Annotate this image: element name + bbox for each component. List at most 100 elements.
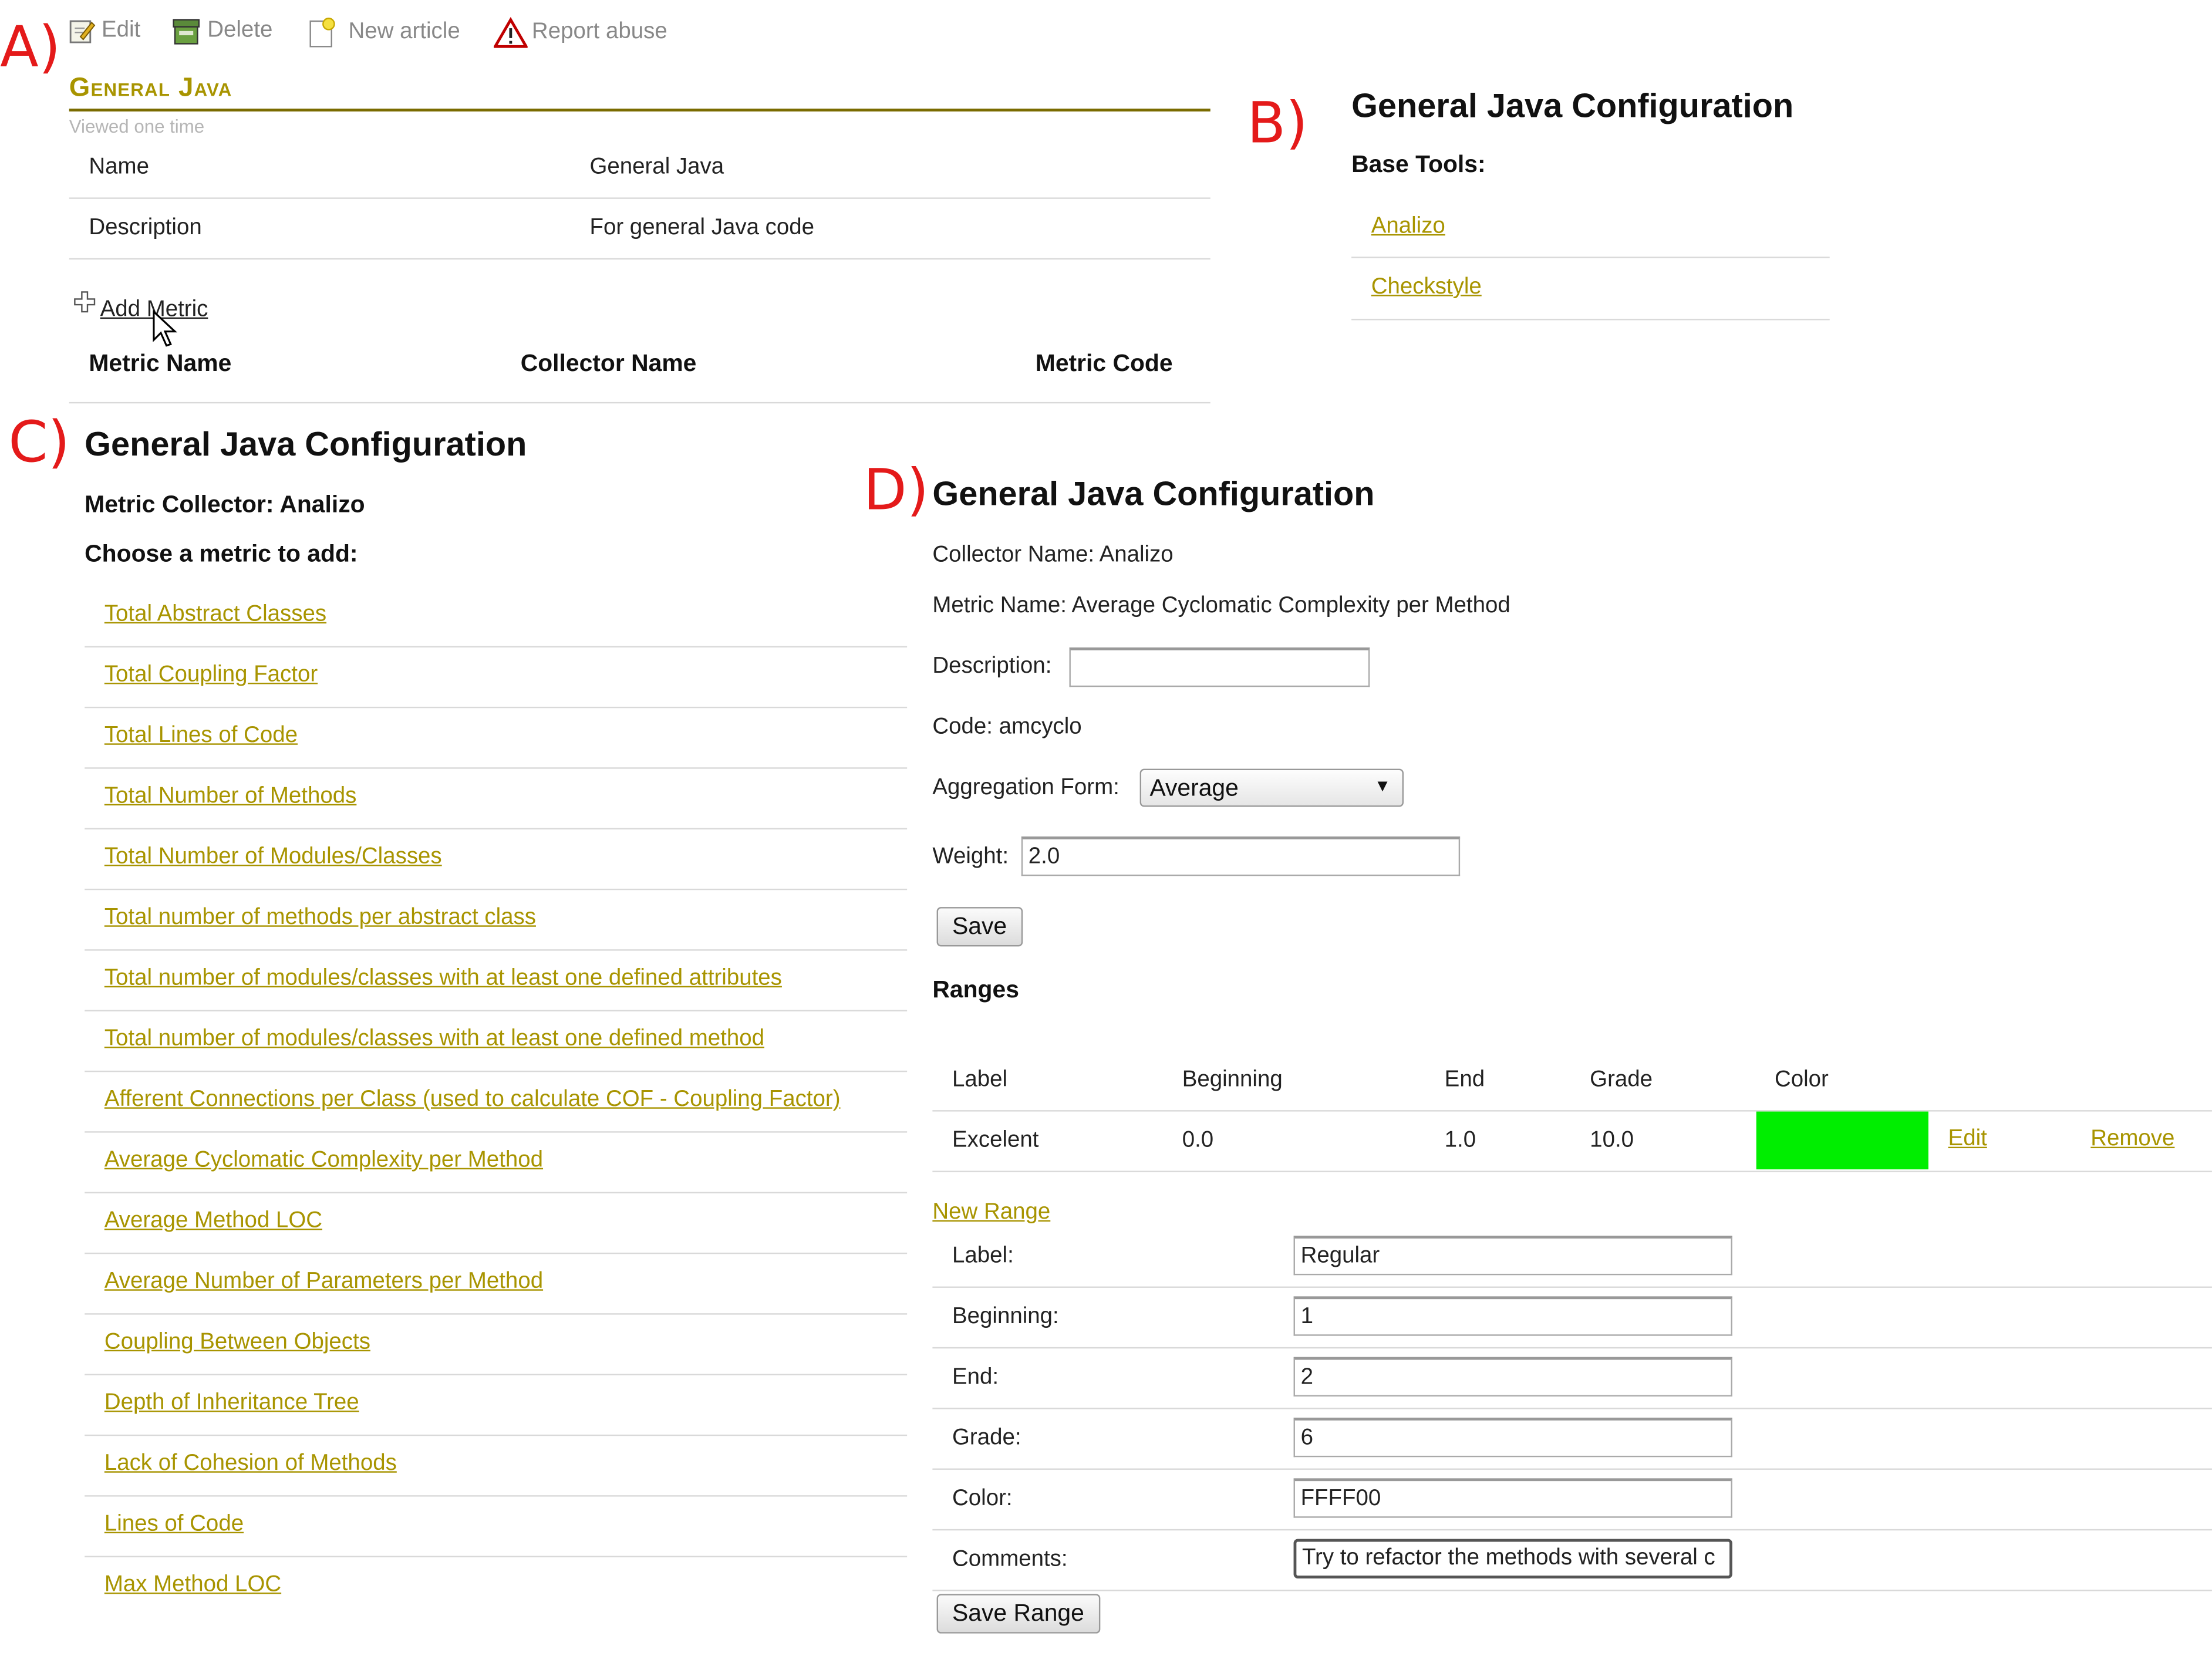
page-title: General Java [69,73,232,103]
info-value-description: For general Java code [589,215,815,240]
metric-link[interactable]: Average Method LOC [104,1209,322,1234]
row-divider [69,197,1210,199]
new-range-label-label: Label: [952,1244,1014,1269]
row-divider [85,888,908,890]
range-column-grade: Grade [1590,1068,1653,1092]
row-divider [85,1495,908,1497]
page: A) B) C) D) Edit Delete New article Repo… [0,0,2212,1663]
new-range-beginning-label: Beginning: [952,1304,1059,1329]
range-column-beginning: Beginning [1182,1068,1283,1092]
plus-icon [73,291,96,320]
range-column-color: Color [1774,1068,1829,1092]
panel-c-title: General Java Configuration [85,426,527,464]
warning-icon [494,16,528,48]
row-divider [85,1070,908,1072]
new-article-label: New article [348,19,460,44]
collector-name-text: Collector Name: Analizo [932,543,1174,568]
range-label: Excelent [952,1128,1039,1153]
range-column-end: End [1444,1068,1485,1092]
row-divider [85,1556,908,1557]
row-divider [85,1313,908,1315]
new-document-icon [306,17,337,48]
code-text: Code: amcyclo [932,715,1082,740]
new-article-button[interactable]: New article [306,17,460,48]
row-divider [85,949,908,951]
column-header-metric-name: Metric Name [89,349,232,377]
panel-label-b: B) [1247,92,1308,157]
new-range-label-input[interactable] [1293,1236,1732,1276]
ranges-title: Ranges [932,976,1019,1003]
edit-icon [68,17,96,45]
range-beginning: 0.0 [1182,1128,1214,1153]
new-range-end-input[interactable] [1293,1357,1732,1396]
new-range-end-label: End: [952,1365,999,1389]
panel-label-c: C) [8,410,70,475]
row-divider [85,646,908,647]
metric-link[interactable]: Total Coupling Factor [104,663,318,688]
metric-name-text: Metric Name: Average Cyclomatic Complexi… [932,593,1510,618]
row-divider [1351,319,1830,321]
tool-link-checkstyle[interactable]: Checkstyle [1371,275,1482,301]
metric-link[interactable]: Total number of methods per abstract cla… [104,906,536,931]
panel-d-title: General Java Configuration [932,475,1375,514]
weight-input[interactable] [1021,836,1461,876]
report-abuse-label: Report abuse [531,19,667,44]
range-edit-link[interactable]: Edit [1948,1127,1987,1152]
row-divider [85,1434,908,1436]
row-divider [932,1110,2212,1112]
range-remove-link[interactable]: Remove [2090,1127,2174,1152]
column-header-metric-code: Metric Code [1035,349,1173,377]
choose-metric-label: Choose a metric to add: [85,540,358,568]
save-button[interactable]: Save [936,907,1023,947]
metric-link[interactable]: Coupling Between Objects [104,1330,370,1355]
row-divider [85,1131,908,1133]
metric-link[interactable]: Total Abstract Classes [104,602,326,628]
row-divider [85,1192,908,1193]
row-divider [69,402,1210,404]
row-divider [85,1252,908,1254]
new-range-grade-input[interactable] [1293,1418,1732,1458]
new-range-beginning-input[interactable] [1293,1296,1732,1336]
row-divider [85,706,908,709]
report-abuse-button[interactable]: Report abuse [494,16,667,48]
aggregation-form-value: Average [1149,774,1239,801]
row-divider [1351,257,1830,258]
row-divider [932,1590,2212,1591]
range-end: 1.0 [1444,1128,1476,1153]
delete-button[interactable]: Delete [171,17,273,45]
metric-link[interactable]: Total Number of Methods [104,784,357,809]
save-range-button[interactable]: Save Range [936,1594,1100,1634]
row-divider [932,1286,2212,1288]
metric-link[interactable]: Max Method LOC [104,1573,281,1598]
delete-label: Delete [207,18,273,43]
new-range-color-input[interactable] [1293,1478,1732,1518]
metric-link[interactable]: Average Cyclomatic Complexity per Method [104,1148,543,1173]
metric-link[interactable]: Lack of Cohesion of Methods [104,1452,397,1477]
aggregation-form-select[interactable]: Average ▼ [1139,768,1404,807]
new-range-grade-label: Grade: [952,1426,1021,1451]
metric-link[interactable]: Total Number of Modules/Classes [104,845,442,870]
base-tools-label: Base Tools: [1351,151,1486,178]
metric-link[interactable]: Depth of Inheritance Tree [104,1391,359,1416]
tool-link-analizo[interactable]: Analizo [1371,214,1445,240]
metric-link[interactable]: Lines of Code [104,1512,244,1537]
row-divider [932,1468,2212,1470]
metric-link[interactable]: Total number of modules/classes with at … [104,966,782,991]
new-range-link[interactable]: New Range [932,1200,1050,1226]
row-divider [932,1529,2212,1531]
row-divider [85,1010,908,1011]
row-divider [85,767,908,769]
new-range-comments-input[interactable] [1293,1539,1732,1578]
description-input[interactable] [1069,647,1370,687]
dropdown-arrow-icon: ▼ [1374,775,1391,796]
metric-link[interactable]: Average Number of Parameters per Method [104,1270,543,1295]
metric-link[interactable]: Total number of modules/classes with at … [104,1027,764,1052]
metric-link[interactable]: Total Lines of Code [104,724,298,749]
view-count: Viewed one time [69,116,205,137]
edit-button[interactable]: Edit [68,17,140,45]
new-range-color-label: Color: [952,1486,1013,1511]
metric-link[interactable]: Afferent Connections per Class (used to … [104,1088,841,1113]
range-column-label: Label [952,1068,1008,1092]
range-grade: 10.0 [1590,1128,1634,1153]
panel-b-title: General Java Configuration [1351,87,1794,126]
